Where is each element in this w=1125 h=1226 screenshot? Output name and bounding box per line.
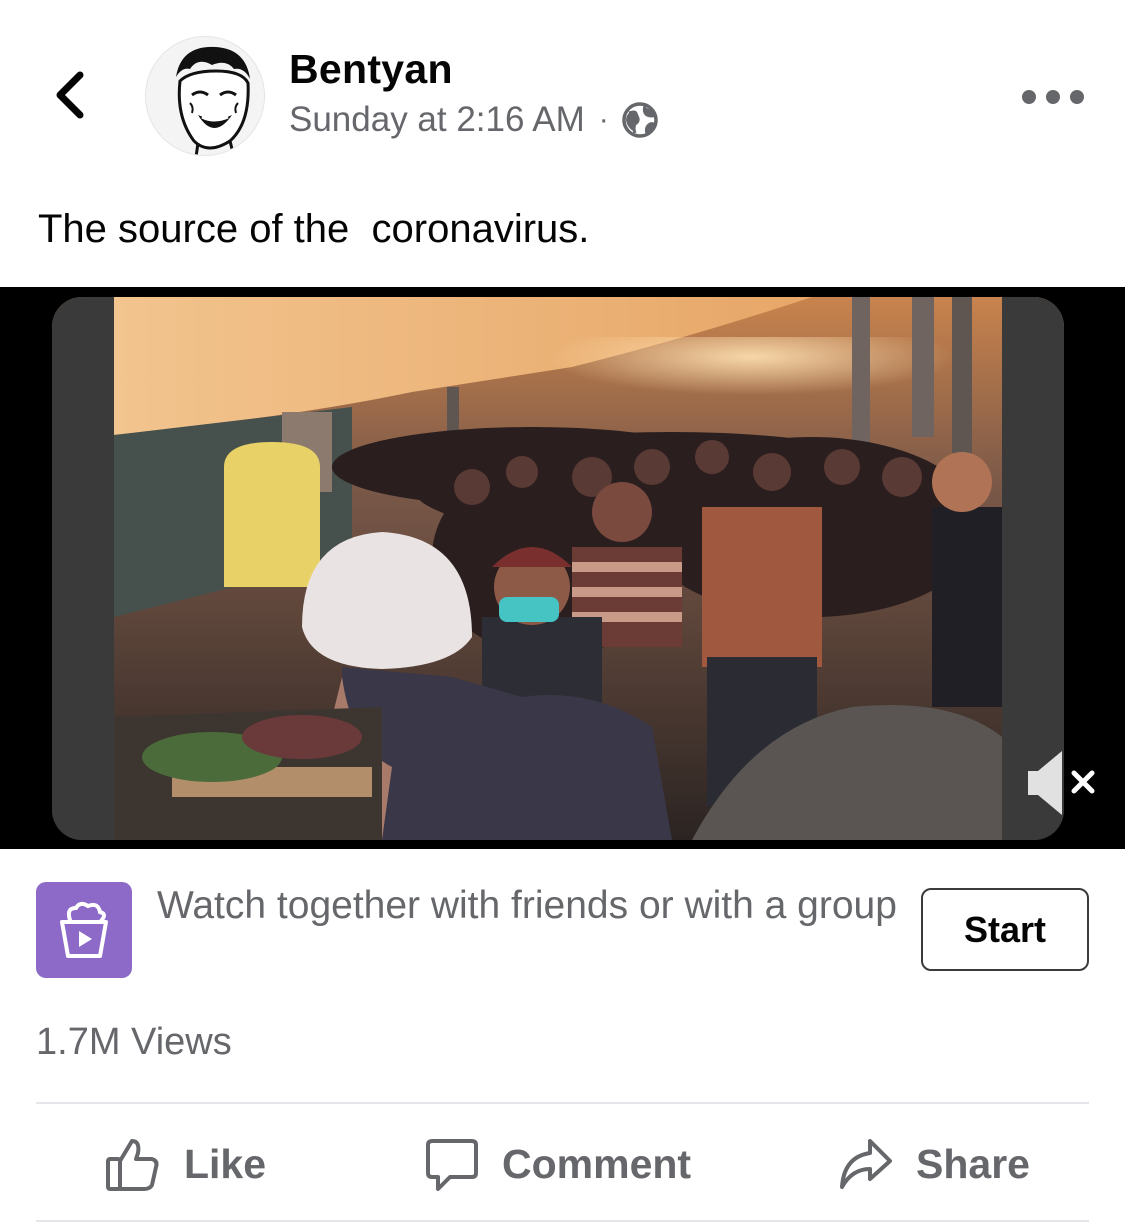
more-options-button[interactable] bbox=[1022, 80, 1084, 114]
share-label: Share bbox=[916, 1140, 1030, 1187]
avatar-image bbox=[146, 37, 264, 155]
post-header: Bentyan Sunday at 2:16 AM · bbox=[0, 0, 1125, 180]
divider bbox=[36, 1220, 1089, 1222]
start-watch-party-button[interactable]: Start bbox=[921, 888, 1089, 971]
video-player[interactable] bbox=[0, 287, 1125, 849]
comment-button[interactable]: Comment bbox=[424, 1134, 691, 1194]
like-button[interactable]: Like bbox=[104, 1134, 266, 1194]
post-text: The source of the coronavirus. bbox=[38, 207, 590, 251]
speaker-muted-icon bbox=[1028, 751, 1095, 815]
thumbs-up-icon bbox=[106, 1139, 159, 1191]
more-horizontal-icon bbox=[1022, 90, 1036, 104]
meta-separator: · bbox=[598, 103, 609, 136]
comment-label: Comment bbox=[502, 1140, 692, 1187]
like-label: Like bbox=[184, 1140, 267, 1187]
back-button[interactable] bbox=[40, 60, 100, 130]
video-frame bbox=[52, 297, 1064, 840]
share-button[interactable]: Share bbox=[838, 1134, 1030, 1194]
speech-bubble-icon bbox=[426, 1139, 478, 1191]
globe-icon[interactable] bbox=[621, 101, 659, 139]
watch-party-text: Watch together with friends or with a gr… bbox=[157, 884, 897, 927]
author-name[interactable]: Bentyan bbox=[289, 46, 453, 93]
view-count[interactable]: 1.7M Views bbox=[36, 1021, 232, 1064]
popcorn-play-icon[interactable] bbox=[36, 882, 132, 978]
video-scene-image bbox=[52, 297, 1064, 840]
post-actions-bar: Like Comment Share bbox=[0, 1104, 1125, 1222]
post-timestamp[interactable]: Sunday at 2:16 AM bbox=[289, 100, 585, 140]
mute-toggle-button[interactable] bbox=[1022, 745, 1102, 821]
post-meta: Sunday at 2:16 AM · bbox=[289, 100, 659, 140]
share-arrow-icon bbox=[840, 1139, 892, 1189]
avatar[interactable] bbox=[145, 36, 265, 156]
watch-party-row: Watch together with friends or with a gr… bbox=[0, 870, 1125, 990]
chevron-left-icon bbox=[56, 71, 84, 119]
